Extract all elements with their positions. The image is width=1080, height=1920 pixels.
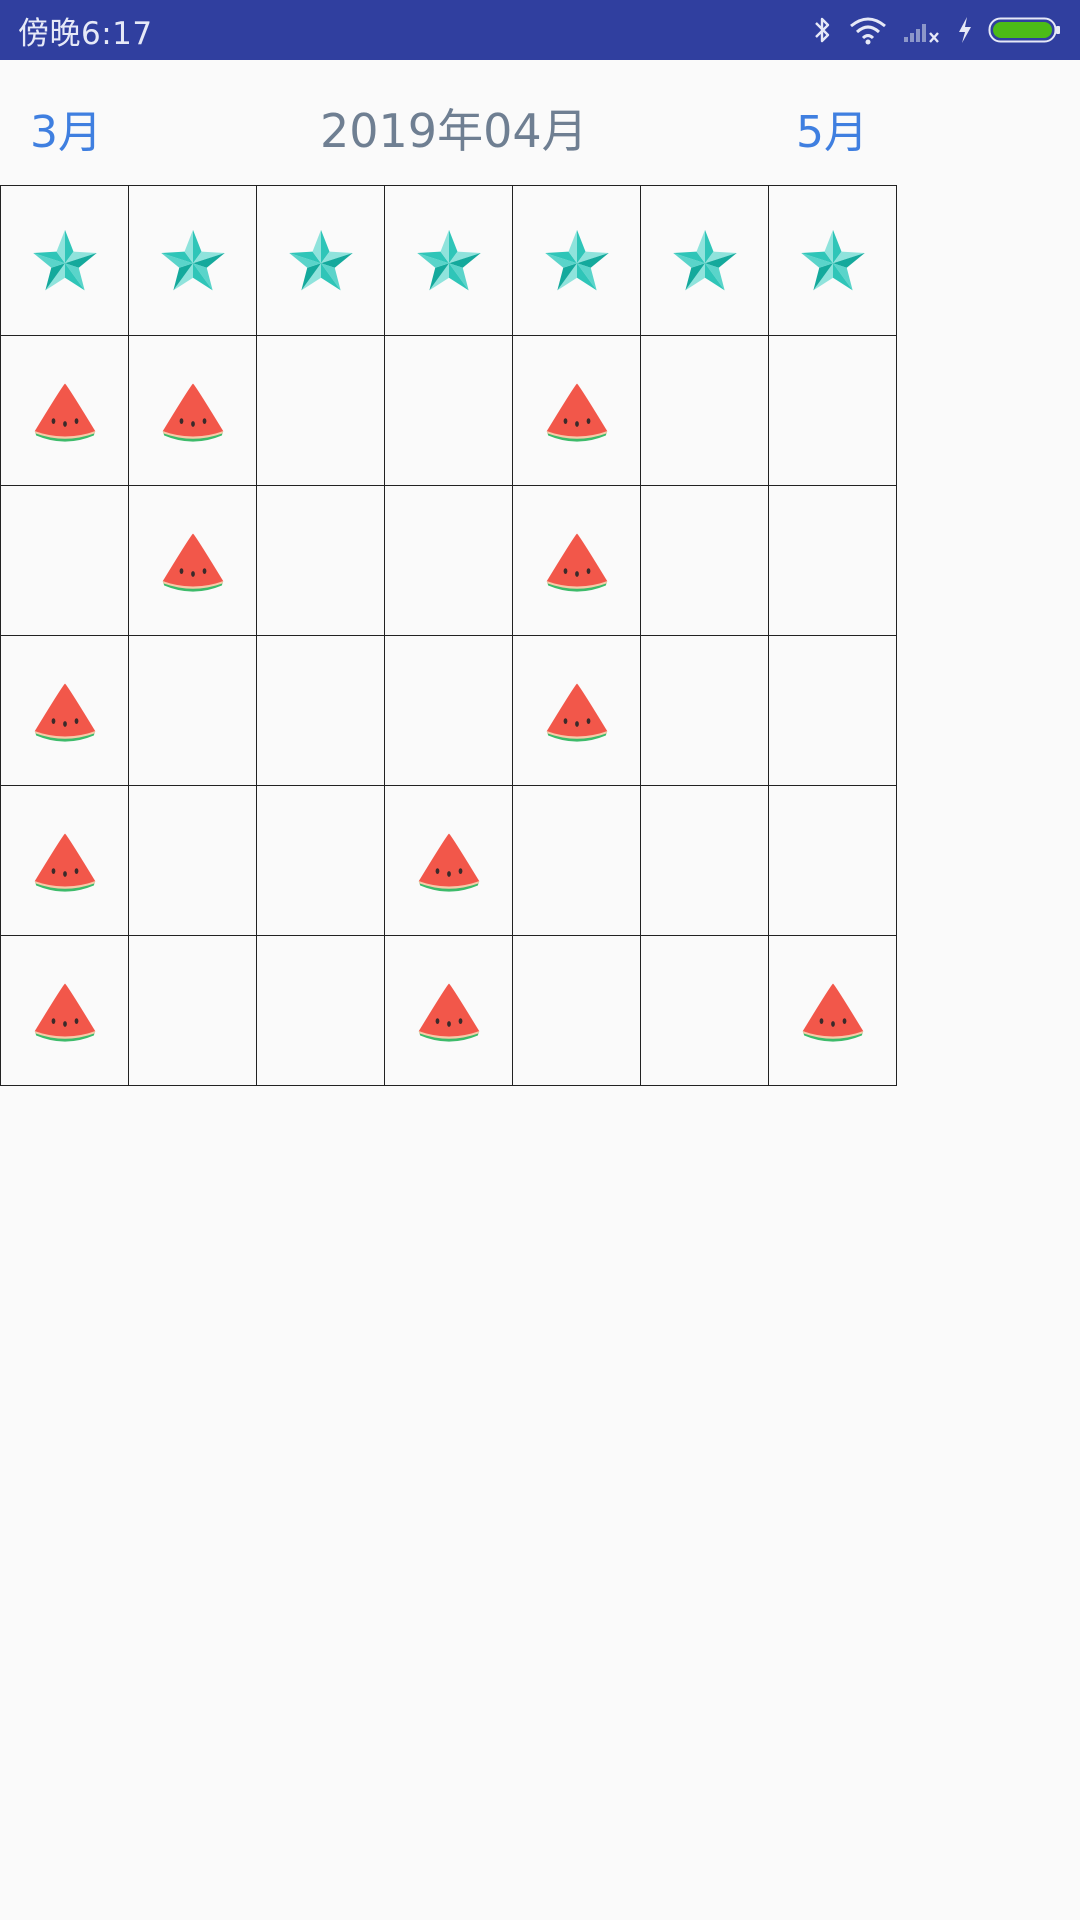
watermelon-icon	[541, 525, 613, 597]
calendar-cell[interactable]	[513, 936, 641, 1086]
watermelon-icon	[413, 825, 485, 897]
calendar-cell[interactable]	[1, 786, 129, 936]
calendar-cell[interactable]	[769, 486, 897, 636]
star-icon	[667, 223, 743, 299]
calendar-cell[interactable]	[513, 486, 641, 636]
star-icon	[283, 223, 359, 299]
calendar-cell[interactable]	[385, 636, 513, 786]
calendar-cell[interactable]	[1, 336, 129, 486]
calendar-cell[interactable]	[641, 636, 769, 786]
watermelon-icon	[157, 525, 229, 597]
calendar-cell[interactable]	[129, 786, 257, 936]
calendar-cell[interactable]	[513, 786, 641, 936]
watermelon-icon	[541, 375, 613, 447]
current-month-title: 2019年04月	[320, 104, 588, 158]
watermelon-icon	[797, 975, 869, 1047]
calendar-cell[interactable]	[257, 636, 385, 786]
calendar-cell[interactable]	[385, 786, 513, 936]
calendar-cell[interactable]	[129, 186, 257, 336]
watermelon-icon	[29, 375, 101, 447]
calendar-cell[interactable]	[513, 336, 641, 486]
charging-bolt-icon	[956, 15, 974, 45]
calendar-cell[interactable]	[769, 786, 897, 936]
calendar-cell[interactable]	[129, 636, 257, 786]
watermelon-icon	[29, 825, 101, 897]
calendar-cell[interactable]	[257, 336, 385, 486]
calendar-cell[interactable]	[257, 186, 385, 336]
watermelon-icon	[157, 375, 229, 447]
calendar-cell[interactable]	[769, 336, 897, 486]
star-icon	[155, 223, 231, 299]
watermelon-icon	[413, 975, 485, 1047]
calendar-cell[interactable]	[641, 486, 769, 636]
watermelon-icon	[29, 675, 101, 747]
star-icon	[539, 223, 615, 299]
calendar-cell[interactable]	[513, 636, 641, 786]
calendar-cell[interactable]	[1, 636, 129, 786]
calendar-cell[interactable]	[129, 486, 257, 636]
calendar-cell[interactable]	[385, 336, 513, 486]
bluetooth-icon	[812, 15, 834, 45]
calendar-cell[interactable]	[641, 336, 769, 486]
calendar-grid	[0, 185, 897, 1086]
watermelon-icon	[541, 675, 613, 747]
calendar-cell[interactable]	[769, 936, 897, 1086]
star-icon	[27, 223, 103, 299]
calendar-cell[interactable]	[1, 186, 129, 336]
calendar-cell[interactable]	[257, 486, 385, 636]
calendar-cell[interactable]	[641, 936, 769, 1086]
calendar-cell[interactable]	[385, 186, 513, 336]
star-icon	[795, 223, 871, 299]
calendar-cell[interactable]	[641, 786, 769, 936]
status-bar: 傍晚6:17	[0, 0, 1080, 60]
star-icon	[411, 223, 487, 299]
month-header: 3月 2019年04月 5月	[0, 60, 1080, 185]
calendar-cell[interactable]	[385, 486, 513, 636]
calendar-cell[interactable]	[1, 936, 129, 1086]
status-time: 傍晚6:17	[18, 15, 153, 52]
calendar-cell[interactable]	[257, 786, 385, 936]
calendar-cell[interactable]	[129, 336, 257, 486]
battery-full-icon	[988, 15, 1062, 45]
calendar-cell[interactable]	[769, 186, 897, 336]
status-icons	[812, 15, 1062, 45]
calendar-cell[interactable]	[769, 636, 897, 786]
prev-month-button[interactable]: 3月	[30, 96, 102, 160]
calendar-cell[interactable]	[513, 186, 641, 336]
calendar-cell[interactable]	[385, 936, 513, 1086]
calendar-cell[interactable]	[257, 936, 385, 1086]
calendar-cell[interactable]	[641, 186, 769, 336]
watermelon-icon	[29, 975, 101, 1047]
calendar-cell[interactable]	[1, 486, 129, 636]
wifi-icon	[848, 15, 888, 45]
next-month-button[interactable]: 5月	[796, 96, 868, 160]
calendar-cell[interactable]	[129, 936, 257, 1086]
signal-no-service-icon	[902, 15, 942, 45]
